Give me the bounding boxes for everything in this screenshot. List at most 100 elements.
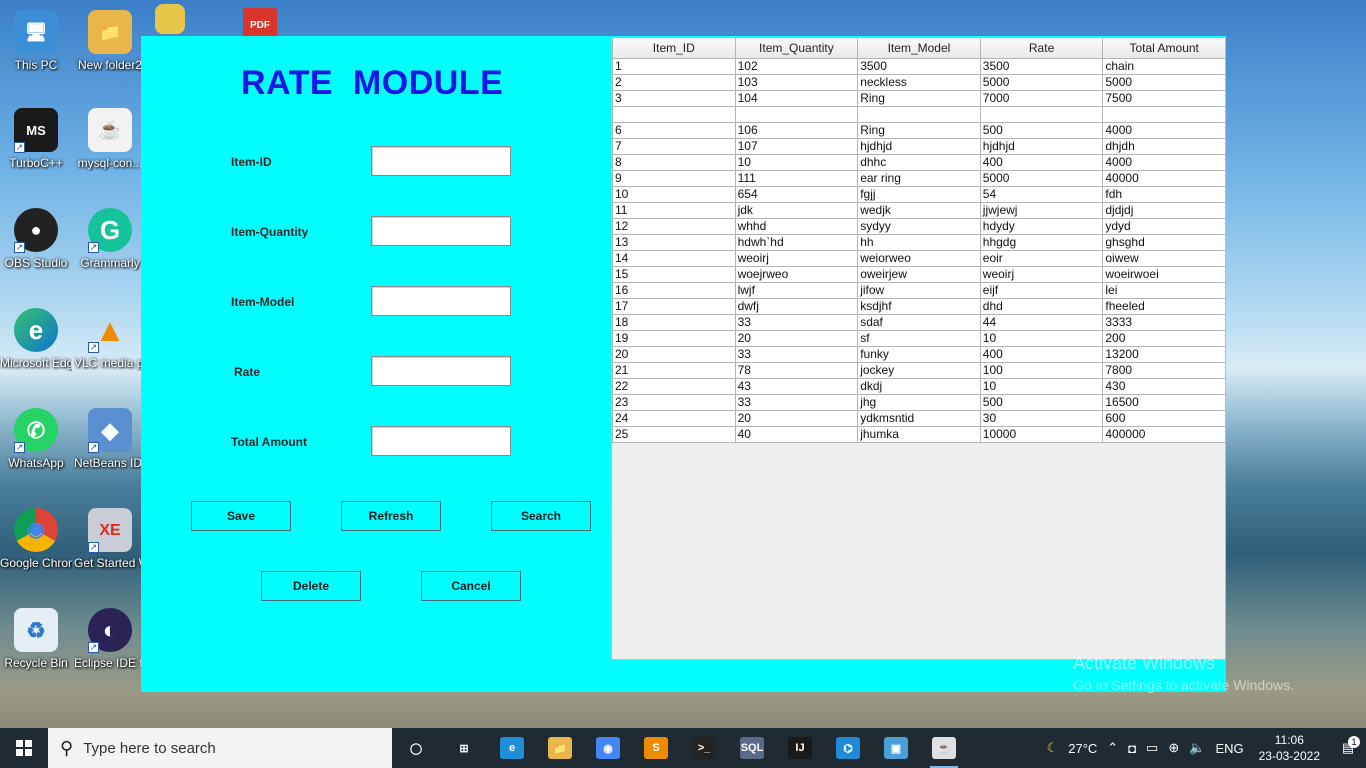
table-cell[interactable]: ydkmsntid: [857, 409, 981, 427]
table-cell[interactable]: 7800: [1102, 361, 1225, 379]
table-cell[interactable]: 1: [612, 57, 736, 75]
table-row[interactable]: 8 10 dhhc 400 4000: [612, 153, 1225, 171]
notification-center-button[interactable]: ▤ 1: [1330, 736, 1366, 756]
taskbar-task-view-button[interactable]: ◯: [392, 728, 440, 768]
search-button[interactable]: Search: [491, 501, 591, 531]
battery-icon[interactable]: ▭: [1146, 740, 1158, 756]
table-cell[interactable]: 30: [979, 409, 1104, 427]
table-cell[interactable]: 7500: [1102, 89, 1225, 107]
table-cell[interactable]: dhjdh: [1102, 137, 1225, 155]
table-cell[interactable]: eijf: [979, 281, 1104, 299]
table-row[interactable]: 11 jdk wedjk jjwjewj djdjdj: [612, 201, 1225, 219]
table-cell[interactable]: 10: [979, 377, 1104, 395]
table-row[interactable]: [612, 105, 1225, 123]
taskbar-edge-button[interactable]: e: [488, 728, 536, 768]
table-cell[interactable]: 11: [612, 201, 736, 219]
desktop-icon-edge[interactable]: e Microsoft Edge: [0, 308, 72, 371]
table-cell[interactable]: 106: [734, 121, 859, 139]
table-cell[interactable]: oiwew: [1102, 249, 1225, 267]
table-cell[interactable]: 100: [979, 361, 1104, 379]
taskbar-search-box[interactable]: ⚲ Type here to search: [48, 728, 392, 768]
table-cell[interactable]: 13: [612, 233, 736, 251]
network-icon[interactable]: ⊕: [1168, 740, 1179, 756]
table-cell[interactable]: djdjdj: [1102, 201, 1225, 219]
weather-temperature[interactable]: 27°C: [1068, 741, 1097, 756]
table-row[interactable]: 13 hdwh`hd hh hhgdg ghsghd: [612, 233, 1225, 251]
table-cell[interactable]: ghsghd: [1102, 233, 1225, 251]
table-cell[interactable]: 23: [612, 393, 736, 411]
table-cell[interactable]: 14: [612, 249, 736, 267]
taskbar-control-panel-button[interactable]: ▣: [872, 728, 920, 768]
table-cell[interactable]: 24: [612, 409, 736, 427]
table-cell[interactable]: sydyy: [857, 217, 981, 235]
item-id-input[interactable]: [371, 146, 511, 176]
table-cell[interactable]: 200: [1102, 329, 1225, 347]
desktop-icon-turboc[interactable]: MS TurboC++ ↗: [0, 108, 72, 171]
language-indicator[interactable]: ENG: [1215, 741, 1243, 756]
desktop-icon-netbeans[interactable]: ◆ NetBeans IDE 8.2 RC ↗: [74, 408, 146, 471]
table-row[interactable]: 15 woejrweo oweirjew weoirj woeirwoei: [612, 265, 1225, 283]
table-cell[interactable]: ydyd: [1102, 217, 1225, 235]
table-cell[interactable]: woejrweo: [734, 265, 859, 283]
taskbar-file-explorer-button[interactable]: 📁: [536, 728, 584, 768]
table-cell[interactable]: 7000: [979, 89, 1104, 107]
table-cell[interactable]: 654: [734, 185, 859, 203]
table-cell[interactable]: hjdhjd: [979, 137, 1104, 155]
table-row[interactable]: 1 102 3500 3500 chain: [612, 57, 1225, 75]
table-cell[interactable]: jdk: [734, 201, 859, 219]
table-cell[interactable]: [979, 105, 1104, 123]
table-cell[interactable]: sf: [857, 329, 981, 347]
table-cell[interactable]: 103: [734, 73, 859, 91]
meet-now-icon[interactable]: ◘: [1128, 741, 1136, 756]
table-cell[interactable]: jifow: [857, 281, 981, 299]
table-cell[interactable]: 17: [612, 297, 736, 315]
table-cell[interactable]: dhd: [979, 297, 1104, 315]
table-row[interactable]: 12 whhd sydyy hdydy ydyd: [612, 217, 1225, 235]
table-row[interactable]: 14 weoirj weiorweo eoir oiwew: [612, 249, 1225, 267]
table-cell[interactable]: 21: [612, 361, 736, 379]
rate-input[interactable]: [371, 356, 511, 386]
item-quantity-input[interactable]: [371, 216, 511, 246]
table-cell[interactable]: 400: [979, 345, 1104, 363]
table-cell[interactable]: 111: [734, 169, 859, 187]
table-cell[interactable]: 400: [979, 153, 1104, 171]
table-cell[interactable]: 43: [734, 377, 859, 395]
total-amount-input[interactable]: [371, 426, 511, 456]
table-cell[interactable]: 10: [734, 153, 859, 171]
table-cell[interactable]: dwfj: [734, 297, 859, 315]
taskbar-intellij-button[interactable]: IJ: [776, 728, 824, 768]
taskbar-sublime-button[interactable]: S: [632, 728, 680, 768]
table-cell[interactable]: weoirj: [979, 265, 1104, 283]
cancel-button[interactable]: Cancel: [421, 571, 521, 601]
volume-icon[interactable]: 🔈: [1189, 740, 1205, 756]
table-cell[interactable]: jockey: [857, 361, 981, 379]
table-cell[interactable]: 8: [612, 153, 736, 171]
table-row[interactable]: 9 111 ear ring 5000 40000: [612, 169, 1225, 187]
desktop-icon-mysql-connector[interactable]: ☕ mysql-con...: [74, 108, 146, 171]
desktop-icon-new-folder2[interactable]: 📁 New folder2: [74, 10, 146, 73]
table-cell[interactable]: 104: [734, 89, 859, 107]
table-cell[interactable]: hjdhjd: [857, 137, 981, 155]
table-row[interactable]: 3 104 Ring 7000 7500: [612, 89, 1225, 107]
table-row[interactable]: 19 20 sf 10 200: [612, 329, 1225, 347]
table-cell[interactable]: 102: [734, 57, 859, 75]
clock[interactable]: 11:06 23-03-2022: [1259, 732, 1320, 764]
desktop-icon-zip-folder[interactable]: [150, 4, 190, 38]
taskbar-vscode-button[interactable]: ⌬: [824, 728, 872, 768]
taskbar-widgets-button[interactable]: ⊞: [440, 728, 488, 768]
desktop-icon-vlc[interactable]: ▲ VLC media player ↗: [74, 308, 146, 371]
column-header[interactable]: Rate: [979, 38, 1104, 59]
table-cell[interactable]: 3: [612, 89, 736, 107]
refresh-button[interactable]: Refresh: [341, 501, 441, 531]
table-cell[interactable]: 15: [612, 265, 736, 283]
taskbar-java-button[interactable]: ☕: [920, 728, 968, 768]
table-cell[interactable]: woeirwoei: [1102, 265, 1225, 283]
table-row[interactable]: 16 lwjf jifow eijf lei: [612, 281, 1225, 299]
table-cell[interactable]: 44: [979, 313, 1104, 331]
taskbar-chrome-button[interactable]: ◉: [584, 728, 632, 768]
table-cell[interactable]: 54: [979, 185, 1104, 203]
table-row[interactable]: 7 107 hjdhjd hjdhjd dhjdh: [612, 137, 1225, 155]
table-cell[interactable]: 16500: [1102, 393, 1225, 411]
table-cell[interactable]: 4000: [1102, 121, 1225, 139]
table-cell[interactable]: 3500: [857, 57, 981, 75]
